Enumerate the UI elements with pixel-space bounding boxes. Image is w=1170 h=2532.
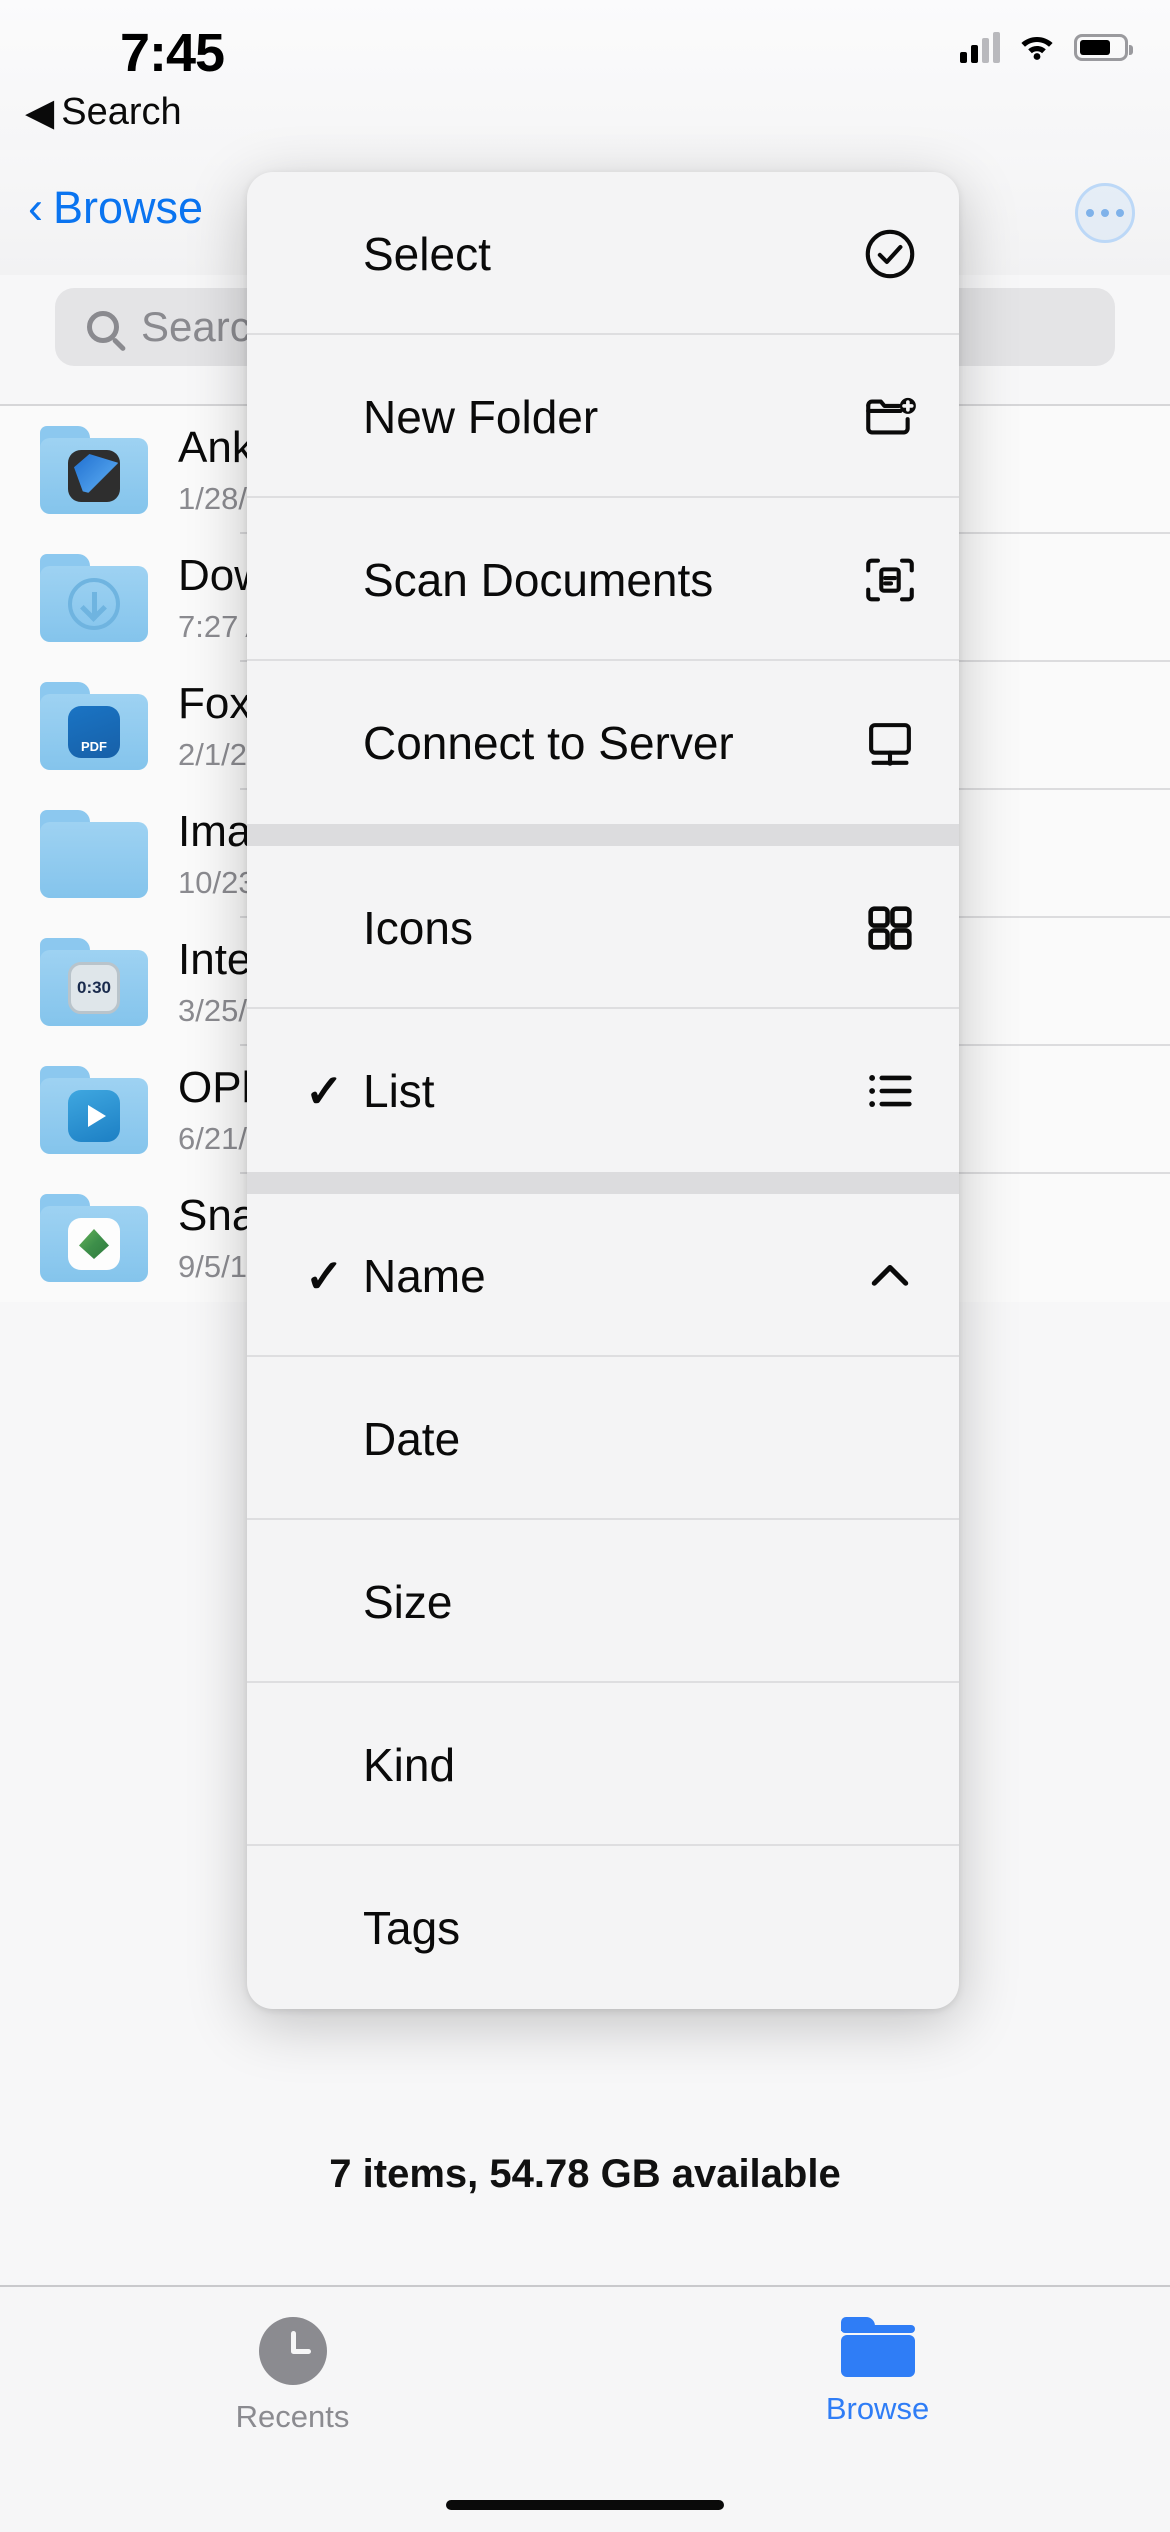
- menu-checkmark: ✓: [305, 1064, 344, 1117]
- status-bar: 7:45 ◀ Search: [0, 0, 1170, 150]
- status-time: 7:45: [120, 23, 225, 83]
- checkmark-circle-icon: [861, 225, 919, 283]
- grid-view-icon: [861, 899, 919, 957]
- menu-item-new-folder[interactable]: ✓ New Folder: [247, 335, 959, 498]
- menu-item-label: Tags: [363, 1901, 461, 1954]
- menu-item-label: List: [363, 1064, 435, 1117]
- context-menu: ✓ Select ✓ New Folder ✓ Scan Docum: [247, 172, 959, 2009]
- menu-item-label: Kind: [363, 1738, 456, 1791]
- menu-item-trailing-icon: [861, 1410, 919, 1468]
- tab-browse[interactable]: Browse: [585, 2287, 1170, 2532]
- menu-item-trailing-icon: [861, 1573, 919, 1631]
- menu-item-sort-name[interactable]: ✓ Name: [247, 1194, 959, 1357]
- menu-item-select[interactable]: ✓ Select: [247, 172, 959, 335]
- menu-item-label: New Folder: [363, 390, 599, 443]
- menu-separator: [247, 824, 959, 846]
- menu-item-trailing-icon: [861, 1899, 919, 1957]
- menu-item-scan-documents[interactable]: ✓ Scan Documents: [247, 498, 959, 661]
- status-bar-back-label: Search: [61, 91, 182, 133]
- menu-item-sort-date[interactable]: ✓ Date: [247, 1357, 959, 1520]
- folder-foxit-icon: PDF: [40, 682, 148, 770]
- tab-label: Recents: [235, 2399, 350, 2434]
- chevron-up-icon: [861, 1247, 919, 1305]
- folder-interval-icon: 0:30: [40, 938, 148, 1026]
- list-status-text: 7 items, 54.78 GB available: [329, 2152, 841, 2196]
- menu-item-list-view[interactable]: ✓ List: [247, 1009, 959, 1172]
- menu-item-trailing-icon: [861, 1736, 919, 1794]
- cellular-signal-icon: [960, 31, 1000, 63]
- menu-item-icons-view[interactable]: ✓ Icons: [247, 846, 959, 1009]
- folder-downloads-icon: [40, 554, 148, 642]
- folder-snapseed-icon: [40, 1194, 148, 1282]
- menu-item-label: Select: [363, 227, 491, 280]
- status-bar-back-to-search[interactable]: ◀ Search: [25, 90, 182, 135]
- folder-oplayer-icon: [40, 1066, 148, 1154]
- menu-item-sort-tags[interactable]: ✓ Tags: [247, 1846, 959, 2009]
- menu-item-label: Scan Documents: [363, 553, 714, 606]
- menu-item-sort-size[interactable]: ✓ Size: [247, 1520, 959, 1683]
- menu-separator: [247, 1172, 959, 1194]
- tab-recents[interactable]: Recents: [0, 2287, 585, 2532]
- menu-checkmark: ✓: [305, 1249, 344, 1302]
- status-bar-indicators: [960, 30, 1133, 65]
- folder-icon: [840, 2317, 915, 2377]
- menu-item-label: Name: [363, 1249, 486, 1302]
- folder-plain-icon: [40, 810, 148, 898]
- clock-icon: [258, 2317, 327, 2385]
- tab-label: Browse: [825, 2391, 930, 2426]
- list-view-icon: [861, 1062, 919, 1120]
- back-triangle-icon: ◀: [25, 92, 55, 134]
- menu-item-label: Date: [363, 1412, 461, 1465]
- menu-item-label: Icons: [363, 901, 473, 954]
- scan-document-icon: [861, 551, 919, 609]
- ellipsis-circle-icon[interactable]: [1075, 183, 1135, 243]
- folder-anki-icon: [40, 426, 148, 514]
- home-indicator[interactable]: [446, 2500, 724, 2510]
- menu-item-connect-to-server[interactable]: ✓ Connect to Server: [247, 661, 959, 824]
- tab-bar: Recents Browse: [0, 2285, 1170, 2532]
- battery-icon: [1074, 34, 1133, 61]
- server-display-icon: [861, 714, 919, 772]
- search-icon: [87, 311, 119, 343]
- menu-item-sort-kind[interactable]: ✓ Kind: [247, 1683, 959, 1846]
- folder-badge-plus-icon: [861, 388, 919, 446]
- menu-item-label: Connect to Server: [363, 716, 734, 769]
- menu-item-label: Size: [363, 1575, 453, 1628]
- wifi-icon: [1017, 30, 1057, 65]
